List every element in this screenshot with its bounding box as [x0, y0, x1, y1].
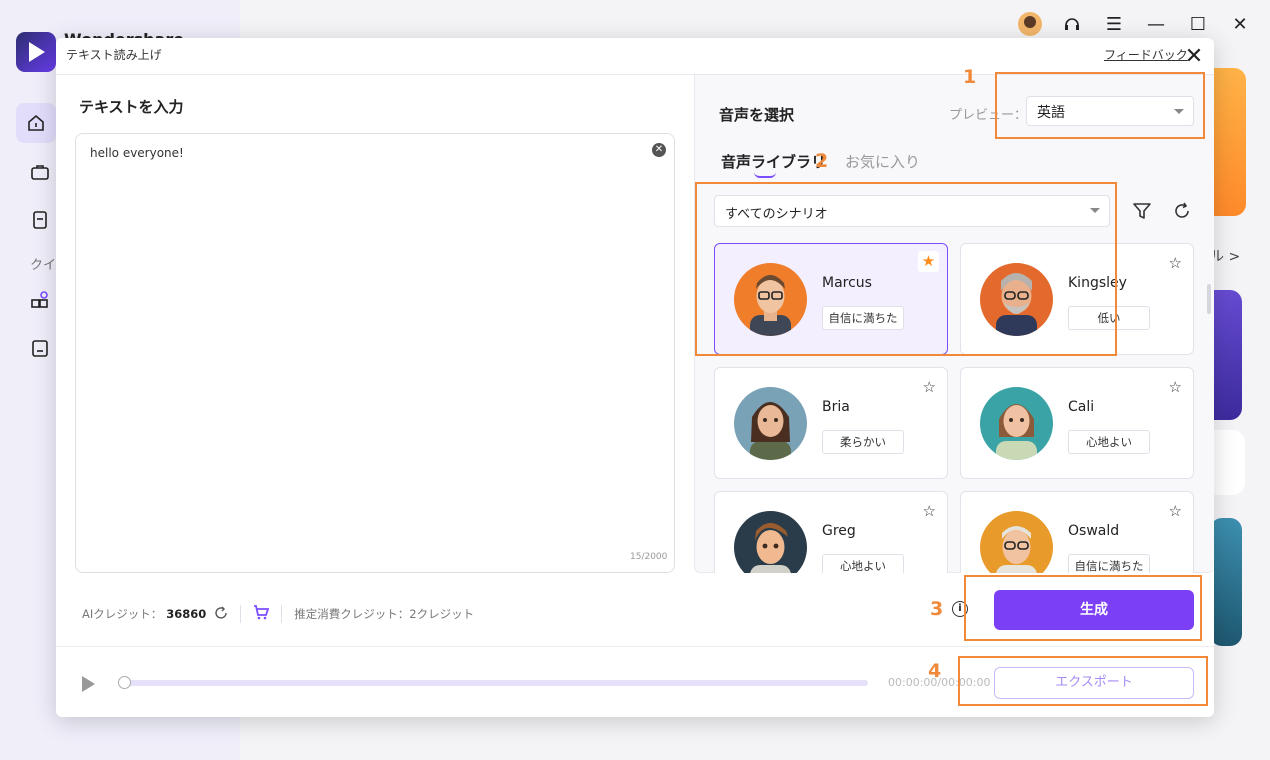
annotation-number-3: 3: [930, 598, 944, 620]
voice-name: Oswald: [1068, 523, 1120, 539]
play-icon[interactable]: [82, 676, 95, 692]
estimated-cost: 推定消費クレジット：2クレジット: [294, 607, 475, 621]
voice-name: Greg: [822, 523, 856, 539]
credits-bar: AIクレジット： 36860 推定消費クレジット：2クレジット: [82, 604, 474, 624]
voice-card-greg[interactable]: Greg 心地よい ☆: [714, 491, 948, 573]
ai-credit-label: AIクレジット：: [82, 607, 163, 621]
background-more-link[interactable]: ル >: [1210, 246, 1240, 266]
char-count: 15/2000: [630, 552, 668, 562]
avatar: [980, 387, 1053, 460]
text-input-value: hello everyone!: [90, 146, 184, 160]
active-tab-indicator: [754, 172, 776, 178]
headset-icon[interactable]: [1060, 12, 1084, 36]
divider: [56, 646, 1214, 647]
voice-list-scrollbar[interactable]: [1207, 284, 1211, 314]
minimize-icon[interactable]: —: [1144, 12, 1168, 36]
voice-card-bria[interactable]: Bria 柔らかい ☆: [714, 367, 948, 479]
background-card: [1210, 518, 1242, 646]
playback-progress-track[interactable]: [122, 680, 868, 686]
window-controls: ☰ — ☐ ✕: [1018, 12, 1252, 36]
voice-tag: 心地よい: [822, 554, 904, 573]
filter-icon[interactable]: [1131, 200, 1153, 222]
voice-tag: 自信に満ちた: [1068, 554, 1150, 573]
tab-voice-library[interactable]: 音声ライブラリ: [721, 151, 826, 172]
divider: [281, 605, 283, 623]
avatar: [734, 387, 807, 460]
window-close-icon[interactable]: ✕: [1228, 12, 1252, 36]
text-input-area[interactable]: hello everyone!: [75, 133, 675, 573]
close-icon[interactable]: ✕: [1184, 46, 1204, 68]
modal-title: テキスト読み上げ: [66, 48, 162, 62]
toolbox-icon[interactable]: [28, 160, 52, 184]
tab-favorites[interactable]: お気に入り: [845, 151, 920, 172]
divider: [240, 605, 242, 623]
refresh-credits-icon[interactable]: [214, 606, 228, 623]
app-logo: [16, 32, 56, 72]
ai-credit-value: 36860: [166, 607, 207, 621]
voice-tag: 柔らかい: [822, 430, 904, 454]
star-outline-icon[interactable]: ☆: [1169, 254, 1182, 272]
edit-file-icon[interactable]: [28, 336, 52, 360]
feedback-link[interactable]: フィードバック: [1104, 46, 1188, 63]
annotation-box-1: [995, 72, 1205, 139]
refresh-icon[interactable]: [1171, 200, 1193, 222]
maximize-icon[interactable]: ☐: [1186, 12, 1210, 36]
voice-name: Bria: [822, 399, 850, 415]
star-outline-icon[interactable]: ☆: [923, 502, 936, 520]
menu-icon[interactable]: ☰: [1102, 12, 1126, 36]
sidebar-section-label: クイ: [30, 258, 57, 273]
voice-card-cali[interactable]: Cali 心地よい ☆: [960, 367, 1194, 479]
user-avatar[interactable]: [1018, 12, 1042, 36]
annotation-number-2: 2: [815, 150, 829, 172]
playback-progress-knob[interactable]: [118, 676, 131, 689]
voice-name: Cali: [1068, 399, 1095, 415]
text-input-heading: テキストを入力: [79, 98, 184, 116]
annotation-box-2: [695, 182, 1117, 356]
annotation-number-4: 4: [928, 660, 942, 682]
star-outline-icon[interactable]: ☆: [923, 378, 936, 396]
clear-text-icon[interactable]: ✕: [652, 143, 666, 157]
voice-heading: 音声を選択: [719, 106, 795, 124]
star-outline-icon[interactable]: ☆: [1169, 502, 1182, 520]
annotation-box-4: [958, 656, 1208, 706]
annotation-box-3: [964, 575, 1202, 641]
home-icon[interactable]: [16, 103, 56, 143]
avatar: [734, 511, 807, 573]
document-icon[interactable]: [28, 208, 52, 232]
voice-card-oswald[interactable]: Oswald 自信に満ちた ☆: [960, 491, 1194, 573]
star-outline-icon[interactable]: ☆: [1169, 378, 1182, 396]
annotation-number-1: 1: [963, 66, 977, 88]
voice-tag: 心地よい: [1068, 430, 1150, 454]
avatar: [980, 511, 1053, 573]
apps-icon[interactable]: [28, 288, 52, 312]
cart-icon[interactable]: [253, 604, 270, 624]
